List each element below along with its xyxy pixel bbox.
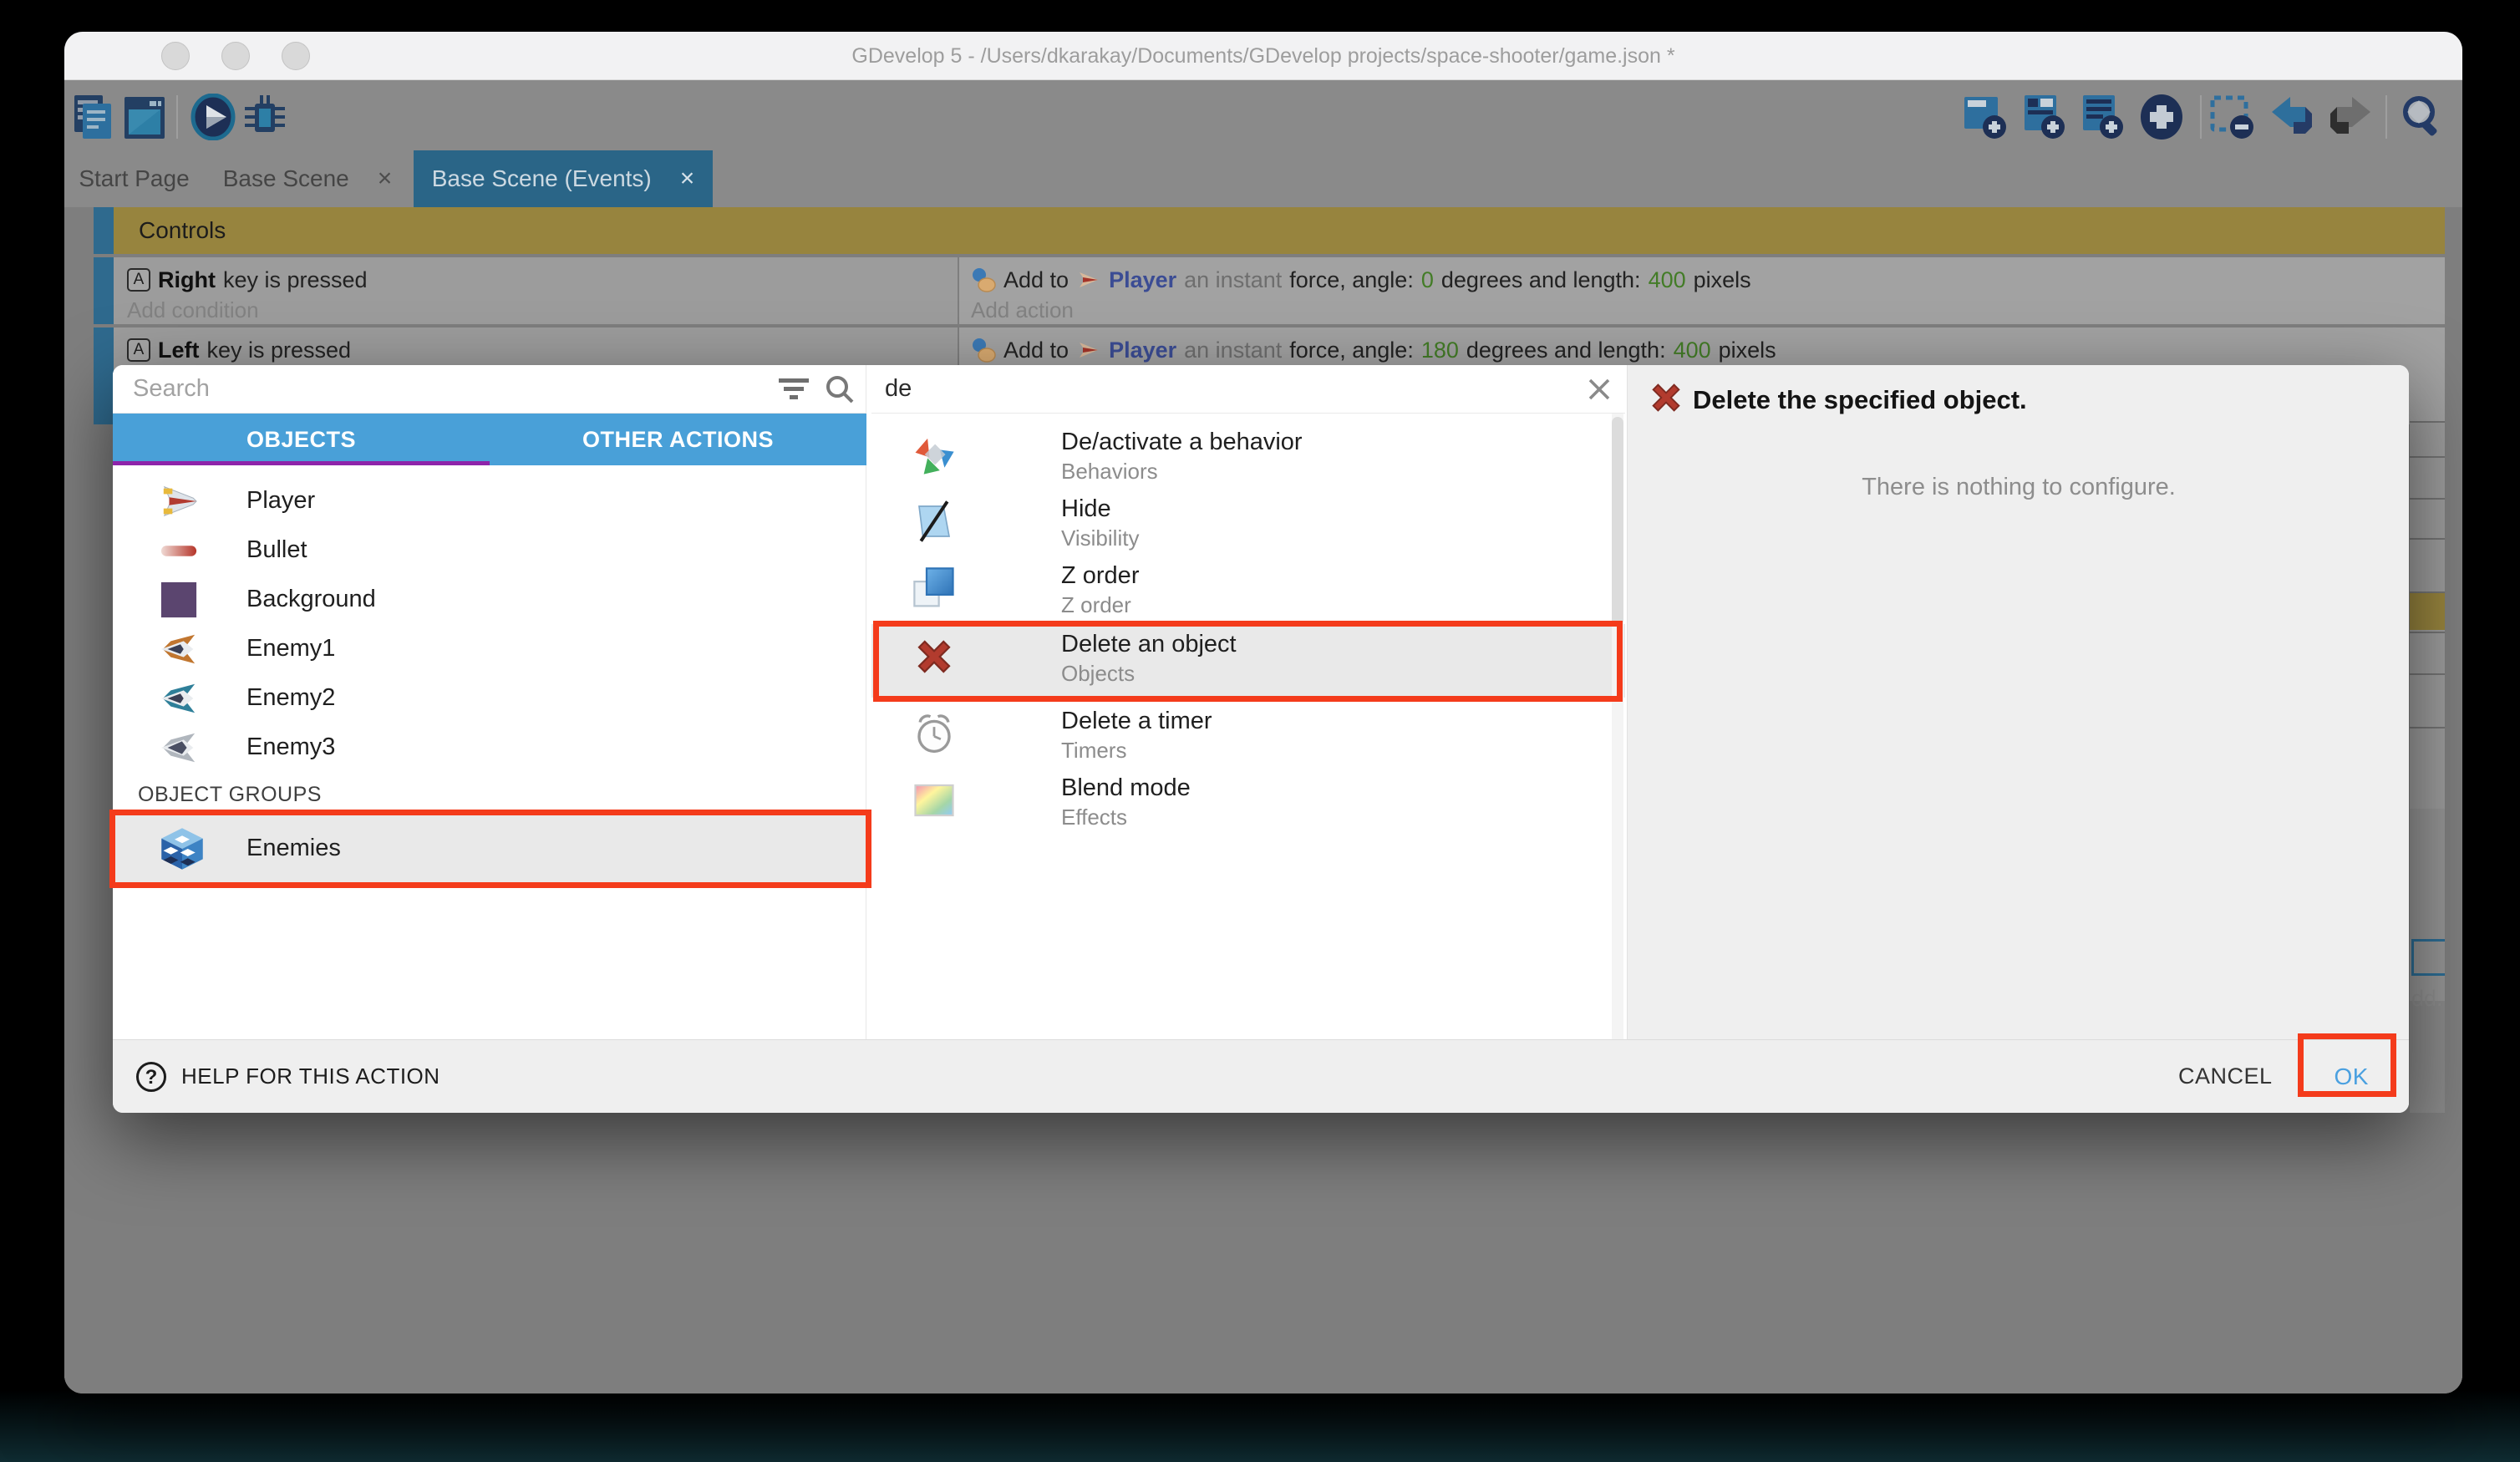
object-row-enemy1[interactable]: Enemy1 [113, 624, 866, 673]
event-drag-bar [94, 257, 114, 324]
objects-column: OBJECTS OTHER ACTIONS Player Bullet Back… [113, 365, 866, 1039]
object-row-background[interactable]: Background [113, 575, 866, 624]
redo-icon[interactable] [2327, 94, 2374, 140]
enemies-group-icon [160, 826, 205, 871]
toolbar-separator [176, 95, 178, 139]
background-comment-sliver [2410, 593, 2445, 630]
add-comment-event-icon[interactable] [1963, 94, 2009, 140]
toolbar-separator [2200, 95, 2202, 139]
tab-objects[interactable]: OBJECTS [113, 414, 490, 465]
add-force-icon [971, 338, 996, 363]
titlebar: GDevelop 5 - /Users/dkarakay/Documents/G… [64, 32, 2462, 80]
action-row-hide[interactable]: Hide Visibility [871, 489, 1625, 556]
event-drag-bar [94, 207, 114, 254]
bullet-icon [160, 531, 198, 570]
blend-mode-icon [912, 778, 957, 823]
add-sub-event-icon[interactable] [2021, 94, 2068, 140]
object-groups-header: OBJECT GROUPS [138, 783, 322, 807]
background-selection-outline [2411, 939, 2445, 976]
background-icon [160, 581, 198, 619]
action-detail-panel: Delete the specified object. There is no… [1627, 365, 2409, 1039]
delete-x-icon [912, 634, 957, 679]
object-row-bullet[interactable]: Bullet [113, 525, 866, 575]
start-page-icon[interactable] [121, 94, 168, 140]
nothing-to-configure-text: There is nothing to configure. [1628, 474, 2409, 501]
tab-label: Base Scene (Events) [432, 165, 652, 192]
tab-label: Start Page [79, 165, 189, 192]
search-icon[interactable] [2399, 94, 2446, 140]
tab-other-actions[interactable]: OTHER ACTIONS [490, 414, 866, 465]
actions-scrollbar-thumb[interactable] [1612, 417, 1623, 626]
keyboard-key-icon: A [127, 268, 150, 292]
undo-icon[interactable] [2269, 94, 2315, 140]
enemy1-icon [160, 630, 198, 668]
add-action-link[interactable]: Add action [971, 296, 2445, 324]
tab-label: Base Scene [223, 165, 349, 192]
clear-search-icon[interactable] [1583, 373, 1615, 405]
object-row-enemy2[interactable]: Enemy2 [113, 673, 866, 723]
play-icon[interactable] [190, 94, 236, 140]
filter-icon[interactable] [777, 377, 810, 402]
editor-tabbar: Start Page Base Scene × Base Scene (Even… [64, 150, 2462, 207]
debug-icon[interactable] [241, 94, 288, 140]
truncated-add-text: dd... [2411, 986, 2445, 1012]
comment-text: Controls [114, 207, 2445, 254]
z-order-icon [912, 566, 957, 611]
ok-button[interactable]: OK [2335, 1064, 2369, 1090]
window-title: GDevelop 5 - /Users/dkarakay/Documents/G… [64, 32, 2462, 80]
object-row-enemy3[interactable]: Enemy3 [113, 723, 866, 772]
player-icon [160, 482, 198, 520]
event-row: A Right key is pressed Add condition Add… [94, 257, 2445, 324]
action-row-z-order[interactable]: Z order Z order [871, 556, 1625, 622]
background-rows-sliver: dd... [2410, 421, 2445, 1113]
project-manager-icon[interactable] [71, 94, 118, 140]
dialog-footer: ? HELP FOR THIS ACTION CANCEL OK [113, 1039, 2409, 1113]
conditions-cell[interactable]: A Right key is pressed Add condition [114, 257, 958, 324]
object-tabs: OBJECTS OTHER ACTIONS [113, 414, 866, 465]
enemy3-icon [160, 728, 198, 767]
actions-column: De/activate a behavior Behaviors Hide Vi… [871, 365, 1625, 1039]
player-object-icon [1076, 338, 1101, 363]
active-tab-underline [113, 461, 490, 465]
toolbar-separator [2385, 95, 2387, 139]
group-row-enemies[interactable]: Enemies [113, 815, 866, 885]
tab-close-icon[interactable]: × [680, 165, 695, 193]
action-row-delete-timer[interactable]: Delete a timer Timers [871, 701, 1625, 768]
keyboard-key-icon: A [127, 338, 150, 362]
comment-row[interactable]: Controls [94, 207, 2445, 254]
tab-base-scene-events[interactable]: Base Scene (Events) × [414, 150, 713, 207]
help-icon: ? [136, 1062, 166, 1092]
add-event-circle-icon[interactable] [2138, 94, 2185, 140]
actions-cell[interactable]: Add to Player an instant force, angle: 0… [959, 257, 2445, 324]
hide-icon [912, 499, 957, 544]
search-magnifier-icon[interactable] [825, 374, 855, 404]
help-link[interactable]: ? HELP FOR THIS ACTION [136, 1062, 440, 1092]
app-content: Start Page Base Scene × Base Scene (Even… [64, 80, 2462, 1393]
player-object-icon [1076, 267, 1101, 292]
timer-icon [912, 711, 957, 756]
remove-event-icon[interactable] [2210, 94, 2257, 140]
tab-close-icon[interactable]: × [378, 165, 393, 193]
action-editor-dialog: OBJECTS OTHER ACTIONS Player Bullet Back… [113, 365, 2409, 1113]
action-search-row [871, 365, 1625, 414]
add-force-icon [971, 267, 996, 292]
action-row-deactivate-behavior[interactable]: De/activate a behavior Behaviors [871, 422, 1625, 489]
cancel-button[interactable]: CANCEL [2178, 1064, 2273, 1089]
object-search-row [113, 365, 866, 414]
enemy2-icon [160, 679, 198, 718]
app-window: GDevelop 5 - /Users/dkarakay/Documents/G… [64, 32, 2462, 1393]
event-drag-bar [94, 327, 114, 424]
action-row-delete-object[interactable]: Delete an object Objects [871, 624, 1625, 698]
tab-start-page[interactable]: Start Page [64, 150, 204, 207]
action-row-blend-mode[interactable]: Blend mode Effects [871, 768, 1625, 835]
add-standard-event-icon[interactable] [2080, 94, 2126, 140]
action-search-input[interactable] [885, 370, 1420, 407]
add-condition-link[interactable]: Add condition [127, 296, 958, 324]
tab-base-scene[interactable]: Base Scene × [205, 150, 410, 207]
object-search-input[interactable] [133, 370, 668, 407]
delete-x-icon [1647, 378, 1685, 417]
action-description: Delete the specified object. [1693, 385, 2027, 415]
object-row-player[interactable]: Player [113, 476, 866, 525]
behavior-icon [912, 432, 957, 477]
